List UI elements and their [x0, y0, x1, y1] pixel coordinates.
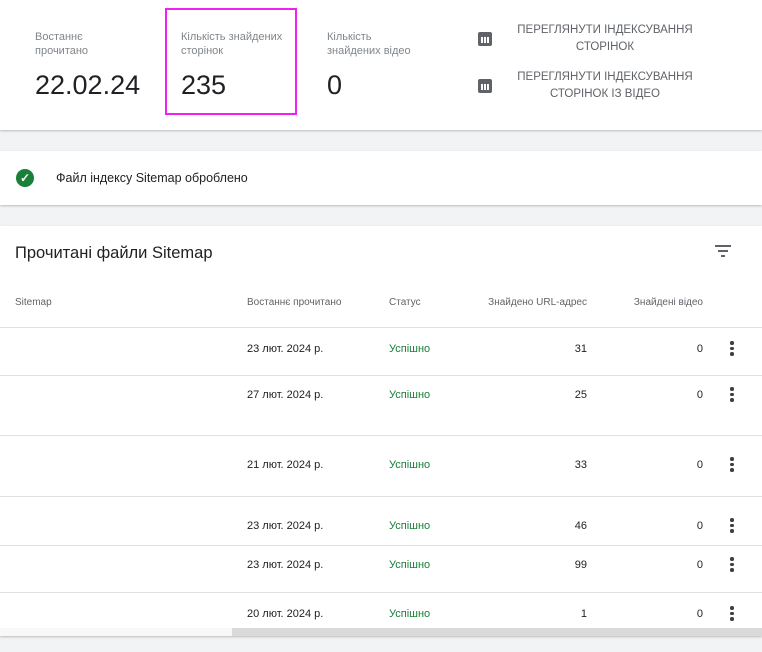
bar-chart-icon — [478, 79, 492, 93]
cell-videos: 0 — [696, 608, 703, 620]
more-vert-icon[interactable] — [730, 387, 734, 404]
view-video-indexing-link[interactable]: ПЕРЕГЛЯНУТИ ІНДЕКСУВАННЯ СТОРІНОК ІЗ ВІД… — [478, 69, 700, 103]
bar-chart-icon — [478, 32, 492, 46]
more-vert-icon[interactable] — [730, 518, 734, 535]
cell-urls: 99 — [574, 559, 587, 571]
col-urls[interactable]: Знайдено URL-адрес — [488, 297, 587, 308]
cell-urls: 33 — [574, 459, 587, 471]
cell-date: 20 лют. 2024 р. — [247, 608, 324, 620]
horizontal-scrollbar[interactable] — [0, 628, 762, 636]
table-title: Прочитані файли Sitemap — [15, 244, 213, 262]
more-vert-icon[interactable] — [730, 341, 734, 358]
link-label: ПЕРЕГЛЯНУТИ ІНДЕКСУВАННЯ СТОРІНОК ІЗ ВІД… — [517, 71, 693, 100]
cell-status: Успішно — [389, 459, 431, 471]
cell-status: Успішно — [389, 520, 431, 532]
stat-label: Востаннє прочитано — [35, 31, 89, 57]
filter-icon[interactable] — [715, 245, 731, 260]
cell-videos: 0 — [696, 459, 703, 471]
sitemaps-table-card: Прочитані файли Sitemap Sitemap Востаннє… — [0, 226, 762, 636]
stat-value: 22.02.24 — [35, 70, 141, 100]
cell-date: 21 лют. 2024 р. — [247, 459, 324, 471]
view-page-indexing-link[interactable]: ПЕРЕГЛЯНУТИ ІНДЕКСУВАННЯ СТОРІНОК — [478, 22, 700, 56]
more-vert-icon[interactable] — [730, 606, 734, 623]
cell-status: Успішно — [389, 608, 431, 620]
table-row[interactable]: 20 лют. 2024 р. Успішно 1 0 — [0, 592, 762, 652]
cell-urls: 31 — [574, 343, 587, 355]
cell-videos: 0 — [696, 343, 703, 355]
col-videos[interactable]: Знайдені відео — [634, 297, 703, 308]
cell-urls: 25 — [574, 389, 587, 401]
cell-urls: 1 — [580, 608, 587, 620]
cell-date: 23 лют. 2024 р. — [247, 559, 324, 571]
cell-videos: 0 — [696, 559, 703, 571]
col-last-read[interactable]: Востаннє прочитано — [247, 297, 341, 308]
stat-label: Кількість знайдених відео — [327, 31, 411, 57]
col-status[interactable]: Статус — [389, 297, 421, 308]
cell-videos: 0 — [696, 389, 703, 401]
table-row[interactable]: 21 лют. 2024 р. Успішно 33 0 — [0, 435, 762, 495]
cell-videos: 0 — [696, 520, 703, 532]
cell-status: Успішно — [389, 389, 431, 401]
table-row[interactable]: 27 лют. 2024 р. Успішно 25 0 — [0, 375, 762, 435]
cell-date: 27 лют. 2024 р. — [247, 389, 324, 401]
status-text: Файл індексу Sitemap оброблено — [56, 171, 248, 185]
cell-status: Успішно — [389, 559, 431, 571]
stat-last-read: Востаннє прочитано 22.02.24 — [35, 30, 140, 101]
scrollbar-thumb[interactable] — [232, 628, 762, 636]
summary-card: Востаннє прочитано 22.02.24 Кількість зн… — [0, 0, 762, 130]
stat-value: 0 — [327, 70, 343, 100]
cell-date: 23 лют. 2024 р. — [247, 343, 324, 355]
col-sitemap[interactable]: Sitemap — [15, 297, 52, 308]
cell-status: Успішно — [389, 343, 431, 355]
more-vert-icon[interactable] — [730, 557, 734, 574]
status-card: ✓ Файл індексу Sitemap оброблено — [0, 151, 762, 205]
stat-videos-found: Кількість знайдених відео 0 — [327, 30, 417, 101]
more-vert-icon[interactable] — [730, 457, 734, 474]
link-label: ПЕРЕГЛЯНУТИ ІНДЕКСУВАННЯ СТОРІНОК — [517, 24, 693, 53]
cell-urls: 46 — [574, 520, 587, 532]
highlight-box — [165, 8, 297, 115]
cell-date: 23 лют. 2024 р. — [247, 520, 324, 532]
check-circle-icon: ✓ — [16, 169, 34, 187]
